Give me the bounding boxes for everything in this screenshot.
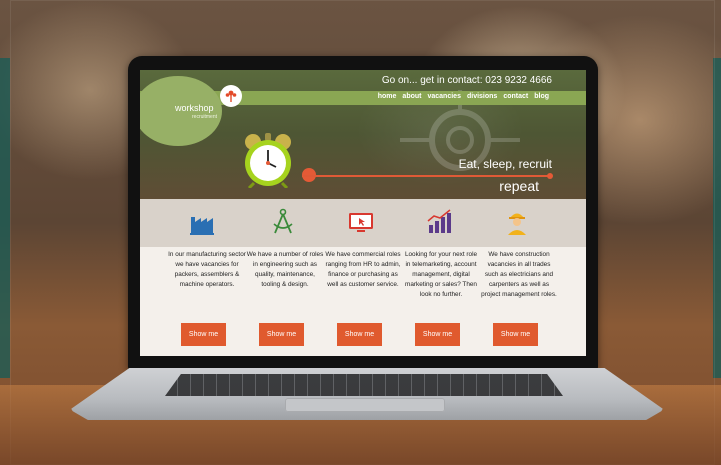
service-icon-band — [140, 199, 586, 247]
service-description-manufacturing: In our manufacturing sector we have vaca… — [168, 251, 246, 288]
hero-tagline: Eat, sleep, recruit — [458, 157, 552, 171]
show-me-button-engineering[interactable]: Show me — [259, 323, 304, 346]
background-edge — [0, 58, 10, 378]
nav-blog[interactable]: blog — [534, 93, 549, 100]
laptop-trackpad — [285, 398, 445, 412]
alarm-clock-icon — [245, 133, 291, 188]
service-description-sales: Looking for your next role in telemarket… — [404, 251, 478, 298]
service-description-construction: We have construction vacancies in all tr… — [481, 251, 557, 298]
hero-tagline-repeat: repeat — [499, 178, 539, 194]
show-me-button-sales[interactable]: Show me — [415, 323, 460, 346]
bar-chart-icon — [427, 209, 451, 233]
hero-banner: home about vacancies divisions contact b… — [140, 70, 586, 199]
worker-icon — [508, 213, 526, 235]
nav-contact[interactable]: contact — [503, 93, 528, 100]
logo-text[interactable]: workshop — [175, 103, 214, 113]
website-screen: home about vacancies divisions contact b… — [140, 70, 586, 356]
nav-links: home about vacancies divisions contact b… — [378, 93, 549, 100]
compass-icon — [273, 208, 293, 234]
timeline-line — [302, 175, 550, 177]
timeline-end-dot — [547, 173, 553, 179]
nav-about[interactable]: about — [402, 93, 421, 100]
logo-subtitle: recruitment — [192, 114, 218, 120]
nav-vacancies[interactable]: vacancies — [427, 93, 460, 100]
show-me-button-manufacturing[interactable]: Show me — [181, 323, 226, 346]
contact-line[interactable]: Go on... get in contact: 023 9232 4666 — [382, 75, 552, 86]
show-me-button-commercial[interactable]: Show me — [337, 323, 382, 346]
laptop-keyboard — [165, 374, 563, 396]
nav-home[interactable]: home — [378, 93, 397, 100]
show-me-button-construction[interactable]: Show me — [493, 323, 538, 346]
monitor-icon — [349, 213, 373, 232]
factory-icon — [190, 217, 214, 235]
service-description-engineering: We have a number of roles in engineering… — [246, 251, 324, 288]
logo-tree-icon — [220, 85, 242, 107]
nav-divisions[interactable]: divisions — [467, 93, 497, 100]
service-description-commercial: We have commercial roles ranging from HR… — [325, 251, 401, 288]
